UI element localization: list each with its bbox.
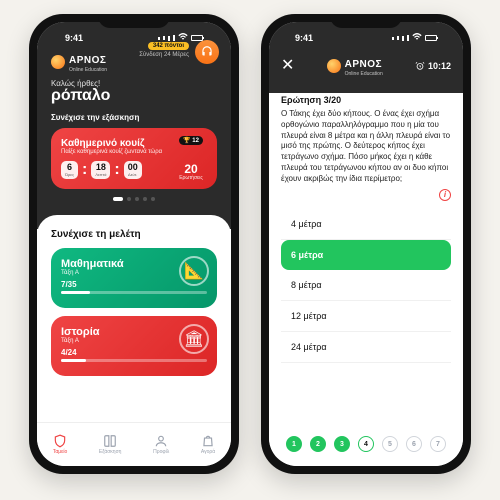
quiz-screen: 9:41 ✕ ΑΡΝΟΣ Online Education [269,22,463,466]
bottom-nav: Ταμείο Εξάσκηση Προφίλ Αγορά [37,422,231,466]
battery-icon [191,35,203,41]
user-icon [154,434,168,448]
question-number: Ερώτηση 3/20 [281,95,451,105]
answer-option[interactable]: 24 μέτρα [281,332,451,363]
brand-tagline: Online Education [345,71,383,77]
answer-list: 4 μέτρα 6 μέτρα 8 μέτρα 12 μέτρα 24 μέτρ… [281,209,451,363]
quiz-trophy-badge: 🏆 12 [179,136,203,145]
brand-name: ΑΡΝΟΣ [345,59,382,70]
carousel-dots[interactable] [51,197,217,201]
brand-name: ΑΡΝΟΣ [69,55,106,66]
phone-home: 9:41 ΑΡΝΟΣ Online Education 342 πόντοι Σ… [29,14,239,474]
continue-practice-label: Συνέχισε την εξάσκηση [51,113,217,122]
progress-step[interactable]: 6 [406,436,422,452]
brand-logo-icon [51,55,65,69]
nav-practice[interactable]: Εξάσκηση [99,434,122,455]
quiz-body: Ερώτηση 3/20 Ο Τάκης έχει δύο κήπους. Ο … [269,83,463,466]
math-icon: 📐 [179,256,209,286]
progress-step[interactable]: 7 [430,436,446,452]
answer-option[interactable]: 8 μέτρα [281,270,451,301]
quiz-count: 20 [179,163,203,175]
home-screen: 9:41 ΑΡΝΟΣ Online Education 342 πόντοι Σ… [37,22,231,466]
close-button[interactable]: ✕ [281,58,294,74]
bag-icon [201,434,215,448]
brand-tagline: Online Education [69,67,107,73]
login-streak: Σύνδεση 24 Μέρες [139,52,189,58]
username: ρόπαλο [51,87,217,105]
notch [330,14,402,28]
nav-shield[interactable]: Ταμείο [53,434,67,455]
answer-option[interactable]: 4 μέτρα [281,209,451,240]
progress-step[interactable]: 5 [382,436,398,452]
brand-logo-icon [327,59,341,73]
notch [98,14,170,28]
brand: ΑΡΝΟΣ Online Education [327,54,383,77]
subject-card-history[interactable]: Ιστορία Τάξη Α 4/24 🏛 [51,316,217,376]
answer-option[interactable]: 12 μέτρα [281,301,451,332]
continue-study-label: Συνέχισε τη μελέτη [51,229,217,240]
home-hero: 9:41 ΑΡΝΟΣ Online Education 342 πόντοι Σ… [37,22,231,229]
progress-step[interactable]: 4 [358,436,374,452]
history-icon: 🏛 [179,324,209,354]
status-bar: 9:41 [51,26,217,50]
alarm-icon [415,61,425,71]
daily-quiz-card[interactable]: Καθημερινό κουίζ Παίξε καθημερινά κουίζ … [51,128,217,189]
status-time: 9:41 [65,33,83,43]
question-text: Ο Τάκης έχει δύο κήπους. Ο ένας έχει σχή… [281,109,451,185]
status-bar: 9:41 [281,26,451,50]
wifi-icon [178,33,188,43]
answer-option[interactable]: 6 μέτρα [281,240,451,270]
quiz-timer-pill: 10:12 [415,61,451,71]
nav-store[interactable]: Αγορά [201,434,215,455]
progress-step[interactable]: 1 [286,436,302,452]
quiz-header: 9:41 ✕ ΑΡΝΟΣ Online Education [269,22,463,93]
brand: ΑΡΝΟΣ Online Education [51,50,217,73]
phone-quiz: 9:41 ✕ ΑΡΝΟΣ Online Education [261,14,471,474]
info-icon[interactable]: i [439,189,451,201]
book-icon [103,434,117,448]
subject-card-math[interactable]: Μαθηματικά Τάξη Α 7/35 📐 [51,248,217,308]
status-icons [392,33,437,43]
greeting: Καλώς ήρθες! [51,79,217,88]
home-body: Συνέχισε τη μελέτη Μαθηματικά Τάξη Α 7/3… [37,215,231,422]
status-time: 9:41 [295,33,313,43]
battery-icon [425,35,437,41]
quiz-count-label: Ερωτήσεις [179,175,203,181]
progress-step[interactable]: 3 [334,436,350,452]
wifi-icon [412,33,422,43]
status-icons [158,33,203,43]
nav-profile[interactable]: Προφίλ [153,434,169,455]
question-progress: 1 2 3 4 5 6 7 [281,426,451,466]
progress-step[interactable]: 2 [310,436,326,452]
shield-icon [53,434,67,448]
